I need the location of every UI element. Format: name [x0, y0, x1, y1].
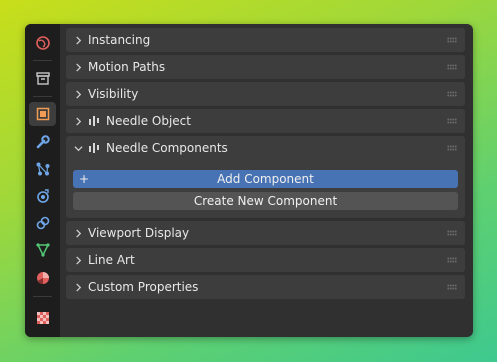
chevron-right-icon [68, 228, 88, 238]
create-new-component-button[interactable]: Create New Component [73, 192, 458, 210]
panel-needle-components[interactable]: Needle Components + Add Component Create… [66, 136, 465, 218]
tab-modifiers[interactable] [29, 130, 56, 154]
drag-grip-icon[interactable] [447, 37, 457, 43]
tab-texture[interactable] [29, 306, 56, 330]
panel-label-needle-components: Needle Components [106, 141, 228, 155]
panel-custom-properties[interactable]: Custom Properties [66, 275, 465, 299]
add-component-button[interactable]: + Add Component [73, 170, 458, 188]
panel-instancing[interactable]: Instancing [66, 28, 465, 52]
tab-object[interactable] [29, 102, 56, 126]
tab-scene[interactable] [29, 31, 56, 55]
tab-collection[interactable] [29, 66, 56, 90]
chevron-right-icon [68, 282, 88, 292]
panel-label-line-art: Line Art [88, 253, 135, 267]
chevron-down-icon [68, 144, 88, 153]
tab-physics[interactable] [29, 184, 56, 208]
properties-tab-bar [25, 24, 60, 337]
drag-grip-icon[interactable] [447, 118, 457, 124]
physics-icon [36, 189, 49, 203]
scene-globe-icon [35, 36, 50, 50]
tab-object-data[interactable] [29, 238, 56, 262]
chevron-right-icon [68, 116, 88, 126]
chevron-right-icon [68, 35, 88, 45]
properties-editor: Instancing Motion Paths Visibility Needl… [25, 24, 473, 337]
object-data-icon [35, 243, 50, 257]
chevron-right-icon [68, 89, 88, 99]
panel-label-instancing: Instancing [88, 33, 151, 47]
particles-icon [36, 162, 49, 176]
create-new-component-label: Create New Component [193, 194, 338, 208]
plus-icon: + [79, 172, 90, 186]
panel-viewport-display[interactable]: Viewport Display [66, 221, 465, 245]
panel-line-art[interactable]: Line Art [66, 248, 465, 272]
panel-visibility[interactable]: Visibility [66, 82, 465, 106]
chevron-right-icon [68, 62, 88, 72]
drag-grip-icon[interactable] [447, 91, 457, 97]
panel-label-custom-properties: Custom Properties [88, 280, 199, 294]
tab-particles[interactable] [29, 157, 56, 181]
texture-checker-icon [36, 312, 49, 324]
drag-grip-icon[interactable] [447, 64, 457, 70]
wrench-modifier-icon [36, 135, 50, 149]
collection-box-icon [35, 72, 50, 85]
drag-grip-icon[interactable] [447, 284, 457, 290]
panel-label-visibility: Visibility [88, 87, 139, 101]
panel-needle-object[interactable]: Needle Object [66, 109, 465, 133]
constraints-icon [36, 216, 49, 230]
add-component-label: Add Component [217, 172, 314, 186]
needle-icon [89, 143, 99, 153]
panel-label-needle-object: Needle Object [106, 114, 191, 128]
chevron-right-icon [68, 255, 88, 265]
drag-grip-icon[interactable] [447, 230, 457, 236]
panel-motion-paths[interactable]: Motion Paths [66, 55, 465, 79]
tab-constraints[interactable] [29, 211, 56, 235]
tab-material[interactable] [29, 266, 56, 290]
panel-label-viewport-display: Viewport Display [88, 226, 190, 240]
needle-icon [89, 116, 99, 126]
panel-label-motion-paths: Motion Paths [88, 60, 166, 74]
drag-grip-icon[interactable] [447, 257, 457, 263]
material-icon [36, 272, 49, 285]
object-properties-icon [36, 107, 49, 121]
drag-grip-icon[interactable] [447, 145, 457, 151]
